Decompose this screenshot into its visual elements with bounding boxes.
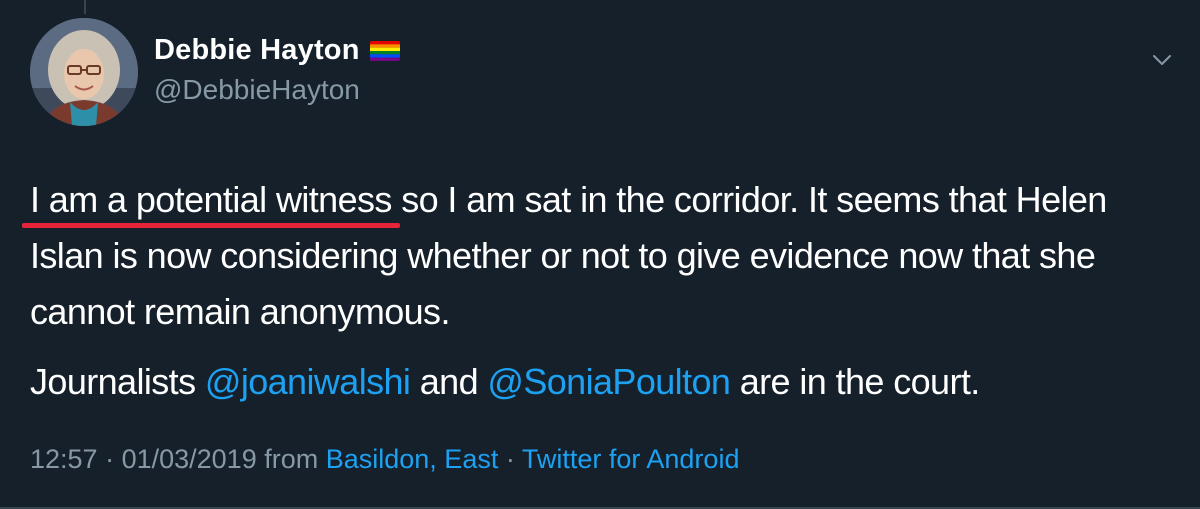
author-handle[interactable]: @DebbieHayton xyxy=(154,74,360,106)
tweet-time[interactable]: 12:57 xyxy=(30,444,98,474)
highlighted-phrase: I am a potential witness xyxy=(22,172,400,228)
source-app-link[interactable]: Twitter for Android xyxy=(522,444,740,474)
mention-link-soniapoulton[interactable]: @SoniaPoulton xyxy=(487,361,731,402)
para2-suffix: are in the court. xyxy=(730,361,981,402)
tweet-date[interactable]: 01/03/2019 xyxy=(122,444,257,474)
tweet-paragraph-2: Journalists @joaniwalshi and @SoniaPoult… xyxy=(30,354,1180,410)
tweet-text: I am a potential witness so I am sat in … xyxy=(22,172,1180,410)
para2-middle: and xyxy=(410,361,488,402)
author-display-name[interactable]: Debbie Hayton xyxy=(154,34,360,67)
meta-separator-2: · xyxy=(498,444,522,474)
avatar-photo xyxy=(30,18,138,126)
tweet-paragraph-1: I am a potential witness so I am sat in … xyxy=(22,172,1180,340)
highlighted-text: I am a potential witness xyxy=(30,179,392,220)
para2-prefix: Journalists xyxy=(30,361,205,402)
rainbow-flag-icon xyxy=(369,40,400,61)
red-underline-annotation xyxy=(22,223,400,228)
mention-link-joaniwalshi[interactable]: @joaniwalshi xyxy=(205,361,411,402)
thread-connector-line xyxy=(84,0,86,14)
avatar[interactable] xyxy=(30,18,138,126)
tweet-card: Debbie Hayton @DebbieHayton I am a poten… xyxy=(0,0,1200,509)
location-link[interactable]: Basildon, East xyxy=(326,444,499,474)
from-label: from xyxy=(256,444,326,474)
author-name-row[interactable]: Debbie Hayton xyxy=(154,34,400,67)
meta-separator: · xyxy=(97,444,122,474)
chevron-down-icon[interactable] xyxy=(1150,48,1174,72)
tweet-metadata: 12:57 · 01/03/2019 from Basildon, East ·… xyxy=(30,444,739,475)
